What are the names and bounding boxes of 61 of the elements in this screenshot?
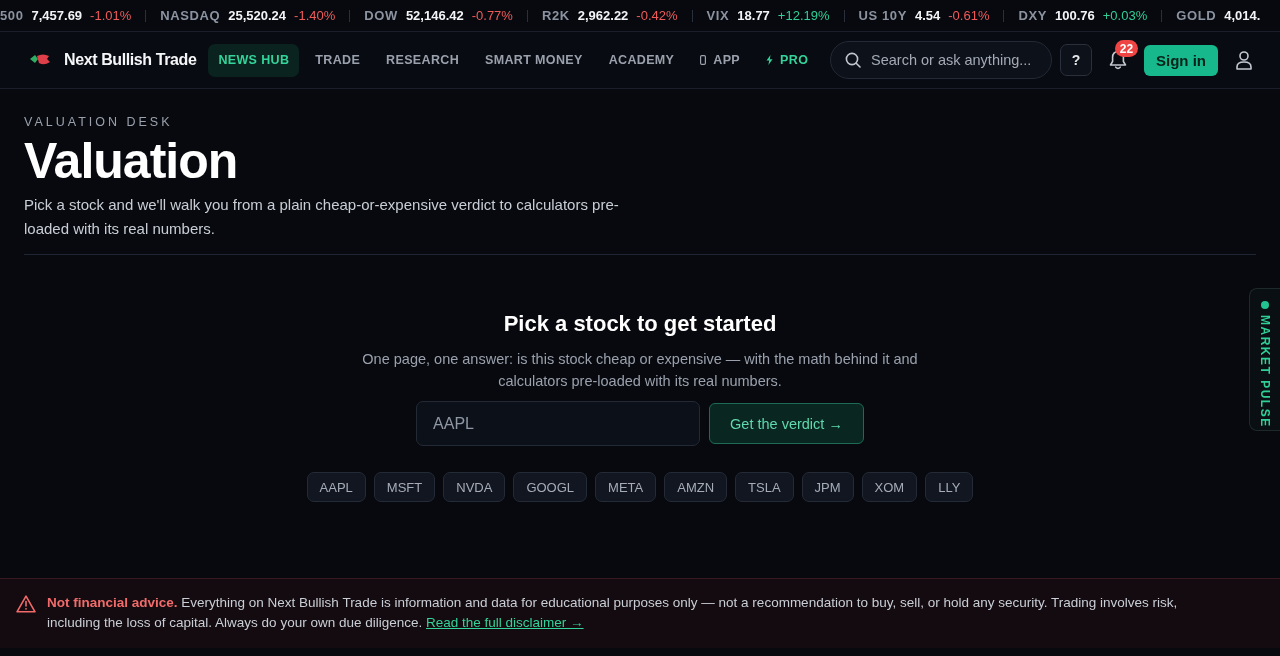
ticker-symbol: US 10Y xyxy=(858,8,907,23)
ticker-change: -1.40% xyxy=(294,8,336,23)
brand-name: Next Bullish Trade xyxy=(64,51,197,69)
ticker-price: 18.77 xyxy=(737,8,770,23)
ticker-chip[interactable]: GOOGL xyxy=(513,472,588,502)
ticker-chip[interactable]: LLY xyxy=(925,472,974,502)
ticker-price: 2,962.22 xyxy=(577,8,629,23)
ticker-price: 100.76 xyxy=(1055,8,1095,23)
user-icon[interactable] xyxy=(1236,50,1252,70)
ticker-chip[interactable]: META xyxy=(595,472,657,502)
sign-in-button[interactable]: Sign in xyxy=(1144,44,1218,76)
ticker-chip[interactable]: TSLA xyxy=(735,472,794,502)
page-title: Valuation xyxy=(24,134,239,188)
picker-heading: Pick a stock to get started xyxy=(503,310,777,338)
ticker-symbol: R2K xyxy=(541,8,570,23)
ticker-change: +0.03% xyxy=(1102,8,1148,23)
nav-tab[interactable]: APP xyxy=(690,43,751,77)
ticker-input[interactable]: AAPL xyxy=(416,401,701,446)
ticker-symbol: 500 xyxy=(0,8,24,23)
ticker-change: -0.61% xyxy=(948,8,990,23)
ticker-price: 52,146.42 xyxy=(405,8,464,23)
ticker-change: -0.42% xyxy=(636,8,678,23)
ticker-price: 7,457.69 xyxy=(31,8,83,23)
nav-tab[interactable]: ACADEMY xyxy=(598,43,685,77)
ticker-symbol: DOW xyxy=(364,8,398,23)
disclaimer-text: Not financial advice. Everything on Next Bullish Trade is information and data for educational purposes only — not a recommendation to buy, sell, or hold any security. Trading involves risk, including the loss of capital. Always do your own due diligence. Read the full disclaimer → xyxy=(47,594,1179,632)
ticker-price: 4,014. xyxy=(1224,8,1261,23)
nav-tab[interactable]: TRADE xyxy=(305,43,371,77)
notification-badge: 22 xyxy=(1115,40,1138,57)
nav-tab[interactable]: PRO xyxy=(756,43,819,77)
nav-tab[interactable]: SMART MONEY xyxy=(475,43,593,77)
phone-icon xyxy=(700,55,707,65)
ticker-change: +12.19% xyxy=(777,8,830,23)
section-label: VALUATION DESK xyxy=(24,114,174,130)
verdict-button[interactable]: Get the verdict → xyxy=(709,403,864,444)
ticker-chip[interactable]: AMZN xyxy=(664,472,728,502)
warning-icon xyxy=(16,595,36,613)
ticker-change: -1.01% xyxy=(90,8,132,23)
ticker-symbol: NASDAQ xyxy=(160,8,221,23)
ticker-chip[interactable]: JPM xyxy=(801,472,854,502)
search-icon xyxy=(845,52,861,68)
help-button[interactable]: ? xyxy=(1060,44,1092,76)
bolt-icon xyxy=(766,55,774,65)
page-description: Pick a stock and we'll walk you from a plain cheap-or-expensive verdict to calculators pre-loaded with its real numbers. xyxy=(24,195,620,239)
ticker-price: 4.54 xyxy=(914,8,941,23)
ticker-chip[interactable]: AAPL xyxy=(306,472,366,502)
ticker-change: -0.77% xyxy=(471,8,513,23)
ticker-symbol: DXY xyxy=(1018,8,1047,23)
search-field[interactable]: Search or ask anything... xyxy=(830,41,1052,79)
ticker-symbol: VIX xyxy=(706,8,730,23)
ticker-chip[interactable]: NVDA xyxy=(443,472,506,502)
ticker-price: 25,520.24 xyxy=(228,8,287,23)
disclaimer-link[interactable]: Read the full disclaimer → xyxy=(426,615,584,630)
ticker-symbol: GOLD xyxy=(1176,8,1217,23)
ticker-chip[interactable]: XOM xyxy=(861,472,918,502)
market-pulse-tab[interactable]: MARKET PULSE xyxy=(1249,288,1280,431)
ticker-chip[interactable]: MSFT xyxy=(373,472,436,502)
picker-subtitle: One page, one answer: is this stock cheap or expensive — with the math behind it and calculators pre-loaded with its real numbers. xyxy=(361,350,919,391)
status-dot-icon xyxy=(1261,301,1269,309)
nav-tab[interactable]: RESEARCH xyxy=(376,43,470,77)
nav-tab[interactable]: NEWS HUB xyxy=(208,43,300,77)
